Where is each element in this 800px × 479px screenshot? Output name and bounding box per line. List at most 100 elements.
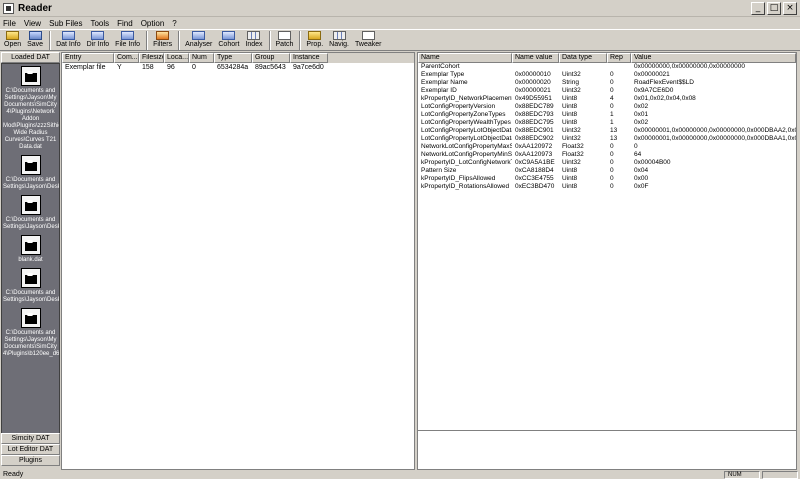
name-cell: kPropertyID_FlipsAllowed [421,175,496,182]
dat-list-item[interactable]: C:\Documents and Settings\Jayson\My Docu… [2,306,59,360]
name-cell: LotConfigPropertyLotObjectData [421,135,512,142]
name-cell: Exemplar Name [421,79,468,86]
file-info-button[interactable]: File Info [115,30,140,48]
rep-cell: 0 [610,79,614,86]
data-type-cell: Uint8 [562,175,578,182]
table-row[interactable]: NetworkLotConfigPropertyMinSl... 0xAA1209… [418,151,796,159]
column-group[interactable]: Group [252,53,290,63]
table-row[interactable]: Exemplar Type 0x00000010 Uint32 0 0x00000021 [418,71,796,79]
dat-list-item[interactable]: C:\Documents and Settings\Jayson\My Docu… [2,64,59,153]
tab-lot-editor-dat[interactable]: Lot Editor DAT [1,444,60,455]
status-bar: Ready NUM [0,471,800,479]
menu-option[interactable]: Option [141,19,165,28]
table-row[interactable]: kPropertyID_FlipsAllowed 0xCC3E4755 Uint8 0… [418,175,796,183]
column-num[interactable]: Num [189,53,214,63]
table-row[interactable]: Exemplar Name 0x00000020 String 0 RoadFlexEv… [418,79,796,87]
tab-plugins[interactable]: Plugins [1,455,60,466]
dat-info-button[interactable]: Dat Info [56,30,81,48]
name-value-cell: 0xCC3E4755 [515,175,554,182]
data-type-cell: Uint32 [562,159,581,166]
data-type-cell: String [562,79,579,86]
dat-file-icon [20,155,41,175]
minimize-button[interactable]: _ [751,2,765,15]
tweaker-button[interactable]: Tweaker [355,30,381,48]
column-rep[interactable]: Rep [607,53,631,63]
name-cell: kPropertyID_NetworkPlacement... [421,95,512,102]
detail-pane[interactable] [418,432,796,469]
loaded-dat-list[interactable]: C:\Documents and Settings\Jayson\My Docu… [1,63,60,437]
dat-file-icon [20,235,41,255]
column-location[interactable]: Loca... [164,53,189,63]
name-value-cell [512,63,559,71]
name-value-cell: 0x88EDC902 [515,135,554,142]
table-row[interactable]: NetworkLotConfigPropertyMaxSl... 0xAA1209… [418,143,796,151]
table-row[interactable]: kPropertyID_NetworkPlacement... 0x49D5595… [418,95,796,103]
dat-list-item[interactable]: C:\Documents and Settings\Jayson\Desktop… [2,153,59,193]
table-row[interactable]: LotConfigPropertyZoneTypes 0x88EDC793 Uint… [418,111,796,119]
table-row[interactable]: kPropertyID_RotationsAllowed 0xEC3BD470 Ui… [418,183,796,191]
table-row[interactable]: LotConfigPropertyWealthTypes 0x88EDC795 Ui… [418,119,796,127]
column-filesize[interactable]: Filesize [139,53,164,63]
column-name-value[interactable]: Name value [512,53,559,63]
rep-cell: 0 [610,167,614,174]
filters-button[interactable]: Filters [153,30,172,48]
name-cell: LotConfigPropertyWealthTypes [421,119,511,126]
navig-button[interactable]: Navig. [329,30,349,48]
menu-view[interactable]: View [24,19,41,28]
column-data-type[interactable]: Data type [559,53,607,63]
menu-help[interactable]: ? [172,19,176,28]
save-button[interactable]: Save [27,30,43,48]
data-type-cell [559,63,607,71]
table-row[interactable]: LotConfigPropertyLotObjectData 0x88EDC902… [418,135,796,143]
column-compressed[interactable]: Com... [114,53,139,63]
menu-file[interactable]: File [3,19,16,28]
compressed-cell: Y [117,64,122,71]
name-cell: NetworkLotConfigPropertyMinSl... [421,151,512,158]
dat-list-item[interactable]: C:\Documents and Settings\Jayson\Desktop… [2,193,59,233]
open-button[interactable]: Open [4,30,21,48]
index-button[interactable]: Index [245,30,263,48]
name-value-cell: 0xAA120973 [515,151,553,158]
column-value[interactable]: Value [631,53,796,63]
property-table: Name Name value Data type Rep Value Pare… [418,53,796,429]
table-row[interactable]: ParentCohort 0x00000000,0x00000000,0x0000… [418,63,796,71]
close-button[interactable]: × [783,2,797,15]
menu-tools[interactable]: Tools [90,19,109,28]
status-text: Ready [3,471,24,478]
data-type-cell: Float32 [562,143,584,150]
dat-file-icon [20,268,41,288]
name-value-cell: 0x00000020 [515,79,551,86]
column-name[interactable]: Name [418,53,512,63]
dat-file-icon [20,308,41,328]
table-row[interactable]: kPropertyID_LotConfigNetworkT... 0xC9A5A1… [418,159,796,167]
rep-cell: 0 [610,159,614,166]
toolbar-separator [268,31,271,50]
maximize-button[interactable]: □ [767,2,781,15]
table-row[interactable]: Pattern Size 0xCA8188D4 Uint8 0 0x04 [418,167,796,175]
rep-cell: 1 [610,111,614,118]
toolbar: Open Save Dat Info Dir Info File Info Fi… [0,29,800,51]
patch-button[interactable]: Patch [276,30,293,48]
menu-find[interactable]: Find [117,19,133,28]
name-value-cell: 0x49D55951 [515,95,552,102]
value-cell: 0x04 [634,167,649,174]
dat-list-item[interactable]: C:\Documents and Settings\Jayson\Desktop… [2,266,59,306]
table-row[interactable]: Exemplar file Y 158 96 0 6534284a 89ac56… [62,63,414,72]
table-row[interactable]: LotConfigPropertyLotObjectData 0x88EDC901… [418,127,796,135]
value-cell: 0x01,0x02,0x04,0x08 [634,95,696,102]
name-cell: LotConfigPropertyLotObjectData [421,127,512,134]
dir-info-button[interactable]: Dir Info [87,30,109,48]
name-value-cell: 0xCA8188D4 [515,167,554,174]
tab-simcity-dat[interactable]: Simcity DAT [1,433,60,444]
dat-list-item[interactable]: blank.dat [2,233,59,266]
prop-button[interactable]: Prop. [306,30,323,48]
column-instance[interactable]: Instance [290,53,328,63]
loaded-dat-tab[interactable]: Loaded DAT [1,52,60,63]
table-row[interactable]: Exemplar ID 0x00000021 Uint32 0 0x9A7CE6D0 [418,87,796,95]
column-type[interactable]: Type [214,53,252,63]
analyser-button[interactable]: Analyser [185,30,212,48]
menu-sub-files[interactable]: Sub Files [49,19,82,28]
table-row[interactable]: LotConfigPropertyVersion 0x88EDC789 Uint8 0… [418,103,796,111]
cohort-button[interactable]: Cohort [218,30,239,48]
column-entry[interactable]: Entry [62,53,114,63]
